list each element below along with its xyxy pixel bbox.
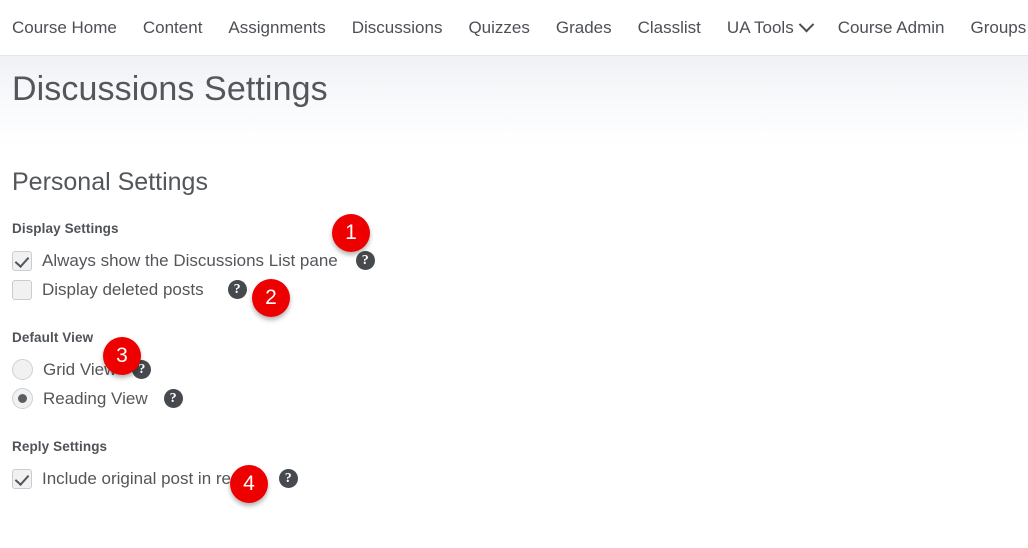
nav-item-content[interactable]: Content [130,19,216,36]
option-row-always-show-list-pane: Always show the Discussions List pane ? [12,246,1028,275]
radio-grid-view[interactable] [12,359,33,380]
option-row-display-deleted-posts: Display deleted posts ? [12,275,1028,304]
help-icon[interactable]: ? [227,280,247,299]
nav-item-label: Quizzes [468,18,530,37]
help-icon[interactable]: ? [355,251,375,270]
nav-item-course-admin[interactable]: Course Admin [825,19,958,36]
nav-item-label: Content [142,18,203,37]
page-title: Discussions Settings [12,70,328,108]
annotation-badge-4: 4 [230,465,268,503]
annotation-badge-3: 3 [103,337,141,375]
nav-item-label: Assignments [228,18,326,37]
nav-item-label: Groups [970,18,1027,37]
group-label-reply-settings: Reply Settings [12,439,108,454]
section-title: Personal Settings [12,168,208,196]
nav-item-label: Discussions [351,18,443,37]
checkbox-include-original-post[interactable] [12,468,32,489]
radio-reading-view[interactable] [12,388,33,409]
group-display-settings: Display Settings Always show the Discuss… [12,221,1028,304]
option-row-grid-view: Grid View ? [12,355,1028,384]
nav-item-label: Classlist [637,18,701,37]
course-navbar: Course Home Content Assignments Discussi… [0,0,1028,56]
group-default-view: Default View Grid View ? Reading View ? [12,330,1028,413]
option-label: Display deleted posts [42,279,204,299]
nav-item-label: Grades [555,18,612,37]
option-label: Always show the Discussions List pane [42,250,338,270]
option-label: Include original post in reply [42,468,253,488]
group-label-display-settings: Display Settings [12,221,119,236]
page-header-band: Discussions Settings [0,56,1028,146]
annotation-badge-1: 1 [332,214,370,252]
chevron-down-icon [798,16,814,33]
personal-settings-panel: Personal Settings Display Settings Alway… [0,146,1028,493]
option-label: Reading View [43,388,148,408]
nav-item-label: UA Tools [726,18,794,37]
nav-item-assignments[interactable]: Assignments [215,19,338,36]
help-icon[interactable]: ? [278,469,298,488]
checkbox-display-deleted-posts[interactable] [12,279,32,300]
nav-item-course-home[interactable]: Course Home [12,19,130,36]
nav-item-grades[interactable]: Grades [543,19,625,36]
help-icon[interactable]: ? [163,389,183,408]
option-row-include-original-post: Include original post in reply ? [12,464,1028,493]
nav-item-classlist[interactable]: Classlist [625,19,714,36]
nav-item-discussions[interactable]: Discussions [339,19,456,36]
group-reply-settings: Reply Settings Include original post in … [12,439,1028,493]
annotation-badge-2: 2 [252,279,290,317]
checkbox-always-show-list-pane[interactable] [12,250,32,271]
nav-item-label: Course Admin [837,18,945,37]
nav-item-groups[interactable]: Groups [957,19,1028,36]
group-label-default-view: Default View [12,330,94,345]
nav-item-quizzes[interactable]: Quizzes [455,19,542,36]
nav-item-label: Course Home [12,18,117,37]
nav-item-ua-tools[interactable]: UA Tools [714,16,825,37]
option-row-reading-view: Reading View ? [12,384,1028,413]
